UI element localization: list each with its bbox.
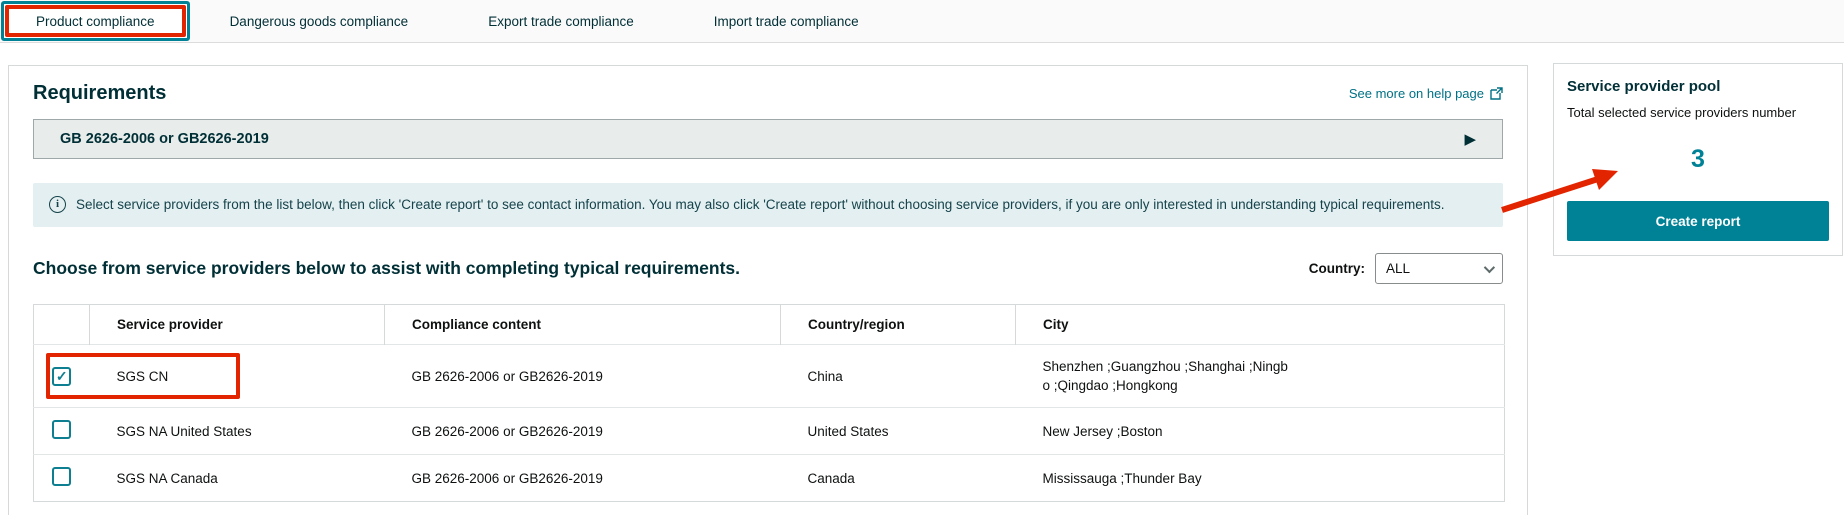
- country-select[interactable]: ALL: [1375, 253, 1503, 284]
- compliance-tab-bar: Product compliance Dangerous goods compl…: [0, 0, 1844, 43]
- requirement-accordion-label: GB 2626-2006 or GB2626-2019: [60, 131, 269, 147]
- section-heading-row: Choose from service providers below to a…: [33, 253, 1503, 284]
- cell-compliance-content: GB 2626-2006 or GB2626-2019: [385, 455, 781, 502]
- cell-service-provider: SGS NA United States: [90, 408, 385, 455]
- info-banner: i Select service providers from the list…: [33, 183, 1503, 227]
- country-filter: Country: ALL: [1309, 253, 1503, 284]
- cell-city: Shenzhen ;Guangzhou ;Shanghai ;Ningb o ;…: [1016, 345, 1505, 408]
- country-select-value: ALL: [1386, 261, 1410, 276]
- info-circle-icon: i: [49, 196, 66, 213]
- tab-import-trade-compliance[interactable]: Import trade compliance: [674, 0, 899, 42]
- cell-compliance-content: GB 2626-2006 or GB2626-2019: [385, 345, 781, 408]
- info-banner-text: Select service providers from the list b…: [76, 195, 1444, 215]
- country-filter-label: Country:: [1309, 261, 1365, 276]
- panel-header: Requirements See more on help page: [33, 82, 1503, 105]
- cell-service-provider: SGS CN: [90, 345, 385, 408]
- cell-city: Mississauga ;Thunder Bay: [1016, 455, 1505, 502]
- tab-product-compliance[interactable]: Product compliance: [1, 1, 190, 41]
- tab-dangerous-goods-compliance[interactable]: Dangerous goods compliance: [190, 0, 449, 42]
- service-provider-pool-card: Service provider pool Total selected ser…: [1553, 63, 1843, 256]
- cell-service-provider: SGS NA Canada: [90, 455, 385, 502]
- header-country-region: Country/region: [781, 305, 1016, 345]
- tab-export-trade-compliance[interactable]: Export trade compliance: [448, 0, 674, 42]
- tab-product-compliance-label: Product compliance: [4, 4, 187, 38]
- accordion-collapsed-triangle-icon: ▶: [1464, 130, 1476, 148]
- requirements-panel: Requirements See more on help page GB 26…: [8, 65, 1528, 515]
- row-checkbox-unchecked[interactable]: [52, 420, 71, 439]
- service-provider-table: Service provider Compliance content Coun…: [33, 304, 1505, 502]
- service-provider-pool-title: Service provider pool: [1567, 78, 1829, 95]
- create-report-button[interactable]: Create report: [1567, 201, 1829, 241]
- header-service-provider: Service provider: [90, 305, 385, 345]
- cell-city: New Jersey ;Boston: [1016, 408, 1505, 455]
- header-compliance-content: Compliance content: [385, 305, 781, 345]
- cell-country-region: China: [781, 345, 1016, 408]
- help-page-link[interactable]: See more on help page: [1349, 86, 1503, 101]
- requirement-accordion[interactable]: GB 2626-2006 or GB2626-2019 ▶: [33, 119, 1503, 159]
- cell-country-region: Canada: [781, 455, 1016, 502]
- row-checkbox-checked[interactable]: ✓: [52, 367, 71, 386]
- page-title: Requirements: [33, 82, 166, 105]
- table-row-sgs-na-us: SGS NA United States GB 2626-2006 or GB2…: [34, 408, 1505, 455]
- header-checkbox-column: [34, 305, 90, 345]
- cell-compliance-content: GB 2626-2006 or GB2626-2019: [385, 408, 781, 455]
- chevron-down-icon: [1484, 261, 1495, 272]
- selected-providers-count: 3: [1567, 145, 1829, 174]
- section-heading: Choose from service providers below to a…: [33, 258, 740, 279]
- table-row-sgs-cn: ✓ SGS CN GB 2626-2006 or GB2626-2019 Chi…: [34, 345, 1505, 408]
- table-header-row: Service provider Compliance content Coun…: [34, 305, 1505, 345]
- external-link-icon: [1490, 87, 1503, 100]
- table-row-sgs-na-canada: SGS NA Canada GB 2626-2006 or GB2626-201…: [34, 455, 1505, 502]
- page-content: Requirements See more on help page GB 26…: [0, 43, 1844, 515]
- row-checkbox-unchecked[interactable]: [52, 467, 71, 486]
- cell-country-region: United States: [781, 408, 1016, 455]
- header-city: City: [1016, 305, 1505, 345]
- help-link-label: See more on help page: [1349, 86, 1484, 101]
- selected-providers-caption: Total selected service providers number: [1567, 105, 1829, 120]
